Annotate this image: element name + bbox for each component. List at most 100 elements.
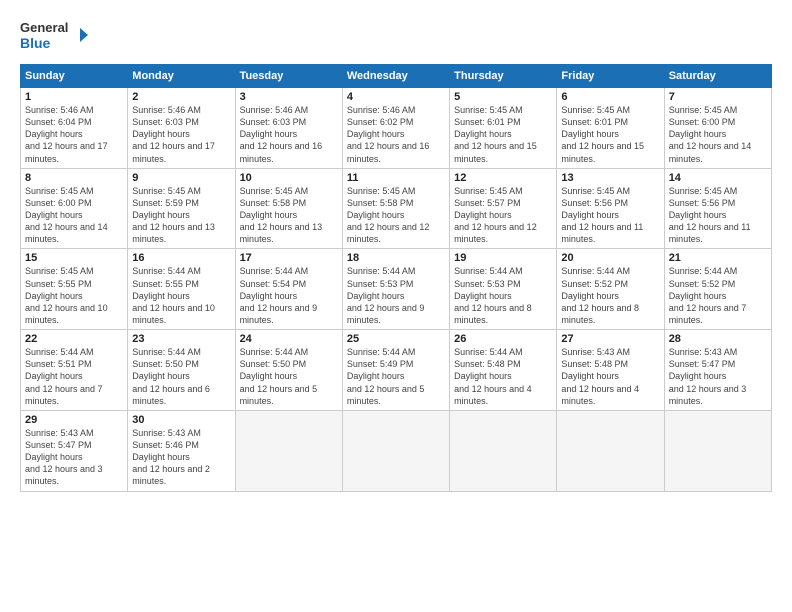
calendar-header-row: SundayMondayTuesdayWednesdayThursdayFrid…	[21, 65, 772, 88]
day-number: 14	[669, 172, 767, 184]
calendar-week-row: 15 Sunrise: 5:45 AMSunset: 5:55 PMDaylig…	[21, 249, 772, 330]
calendar-day-cell: 3 Sunrise: 5:46 AMSunset: 6:03 PMDayligh…	[235, 88, 342, 169]
calendar-day-cell: 21 Sunrise: 5:44 AMSunset: 5:52 PMDaylig…	[664, 249, 771, 330]
calendar-day-cell: 24 Sunrise: 5:44 AMSunset: 5:50 PMDaylig…	[235, 330, 342, 411]
calendar-day-cell	[450, 410, 557, 491]
header: General Blue	[20, 16, 772, 54]
day-detail: Sunrise: 5:44 AMSunset: 5:48 PMDaylight …	[454, 346, 552, 407]
day-number: 11	[347, 172, 445, 184]
calendar-day-cell: 14 Sunrise: 5:45 AMSunset: 5:56 PMDaylig…	[664, 168, 771, 249]
day-number: 1	[25, 91, 123, 103]
day-number: 23	[132, 333, 230, 345]
day-number: 15	[25, 252, 123, 264]
day-number: 10	[240, 172, 338, 184]
calendar-header-monday: Monday	[128, 65, 235, 88]
calendar-day-cell: 7 Sunrise: 5:45 AMSunset: 6:00 PMDayligh…	[664, 88, 771, 169]
day-number: 20	[561, 252, 659, 264]
calendar-week-row: 8 Sunrise: 5:45 AMSunset: 6:00 PMDayligh…	[21, 168, 772, 249]
day-detail: Sunrise: 5:45 AMSunset: 6:01 PMDaylight …	[454, 104, 552, 165]
calendar-day-cell: 28 Sunrise: 5:43 AMSunset: 5:47 PMDaylig…	[664, 330, 771, 411]
calendar-day-cell: 10 Sunrise: 5:45 AMSunset: 5:58 PMDaylig…	[235, 168, 342, 249]
calendar-day-cell: 18 Sunrise: 5:44 AMSunset: 5:53 PMDaylig…	[342, 249, 449, 330]
calendar-day-cell: 6 Sunrise: 5:45 AMSunset: 6:01 PMDayligh…	[557, 88, 664, 169]
day-detail: Sunrise: 5:44 AMSunset: 5:53 PMDaylight …	[454, 265, 552, 326]
day-detail: Sunrise: 5:45 AMSunset: 6:00 PMDaylight …	[25, 185, 123, 246]
calendar-day-cell: 20 Sunrise: 5:44 AMSunset: 5:52 PMDaylig…	[557, 249, 664, 330]
day-detail: Sunrise: 5:43 AMSunset: 5:48 PMDaylight …	[561, 346, 659, 407]
calendar-day-cell: 22 Sunrise: 5:44 AMSunset: 5:51 PMDaylig…	[21, 330, 128, 411]
calendar-header-wednesday: Wednesday	[342, 65, 449, 88]
calendar-day-cell: 2 Sunrise: 5:46 AMSunset: 6:03 PMDayligh…	[128, 88, 235, 169]
calendar-day-cell: 5 Sunrise: 5:45 AMSunset: 6:01 PMDayligh…	[450, 88, 557, 169]
day-detail: Sunrise: 5:44 AMSunset: 5:53 PMDaylight …	[347, 265, 445, 326]
calendar-week-row: 1 Sunrise: 5:46 AMSunset: 6:04 PMDayligh…	[21, 88, 772, 169]
calendar-header-saturday: Saturday	[664, 65, 771, 88]
day-detail: Sunrise: 5:46 AMSunset: 6:03 PMDaylight …	[132, 104, 230, 165]
day-detail: Sunrise: 5:44 AMSunset: 5:51 PMDaylight …	[25, 346, 123, 407]
calendar-header-friday: Friday	[557, 65, 664, 88]
calendar-week-row: 22 Sunrise: 5:44 AMSunset: 5:51 PMDaylig…	[21, 330, 772, 411]
day-detail: Sunrise: 5:45 AMSunset: 5:56 PMDaylight …	[669, 185, 767, 246]
calendar-day-cell: 17 Sunrise: 5:44 AMSunset: 5:54 PMDaylig…	[235, 249, 342, 330]
day-detail: Sunrise: 5:45 AMSunset: 5:58 PMDaylight …	[240, 185, 338, 246]
calendar-header-tuesday: Tuesday	[235, 65, 342, 88]
day-detail: Sunrise: 5:45 AMSunset: 6:00 PMDaylight …	[669, 104, 767, 165]
calendar-day-cell: 29 Sunrise: 5:43 AMSunset: 5:47 PMDaylig…	[21, 410, 128, 491]
day-number: 19	[454, 252, 552, 264]
day-number: 9	[132, 172, 230, 184]
day-detail: Sunrise: 5:43 AMSunset: 5:46 PMDaylight …	[132, 427, 230, 488]
day-detail: Sunrise: 5:46 AMSunset: 6:03 PMDaylight …	[240, 104, 338, 165]
svg-text:General: General	[20, 20, 68, 35]
calendar-day-cell: 11 Sunrise: 5:45 AMSunset: 5:58 PMDaylig…	[342, 168, 449, 249]
day-detail: Sunrise: 5:43 AMSunset: 5:47 PMDaylight …	[669, 346, 767, 407]
day-detail: Sunrise: 5:44 AMSunset: 5:50 PMDaylight …	[132, 346, 230, 407]
day-detail: Sunrise: 5:45 AMSunset: 5:57 PMDaylight …	[454, 185, 552, 246]
calendar-day-cell: 30 Sunrise: 5:43 AMSunset: 5:46 PMDaylig…	[128, 410, 235, 491]
calendar-day-cell: 13 Sunrise: 5:45 AMSunset: 5:56 PMDaylig…	[557, 168, 664, 249]
day-number: 30	[132, 414, 230, 426]
calendar-day-cell: 23 Sunrise: 5:44 AMSunset: 5:50 PMDaylig…	[128, 330, 235, 411]
day-number: 6	[561, 91, 659, 103]
day-number: 17	[240, 252, 338, 264]
day-number: 21	[669, 252, 767, 264]
calendar-header-thursday: Thursday	[450, 65, 557, 88]
day-detail: Sunrise: 5:44 AMSunset: 5:52 PMDaylight …	[561, 265, 659, 326]
day-detail: Sunrise: 5:45 AMSunset: 5:59 PMDaylight …	[132, 185, 230, 246]
calendar-day-cell: 15 Sunrise: 5:45 AMSunset: 5:55 PMDaylig…	[21, 249, 128, 330]
calendar-header-sunday: Sunday	[21, 65, 128, 88]
day-detail: Sunrise: 5:45 AMSunset: 6:01 PMDaylight …	[561, 104, 659, 165]
day-detail: Sunrise: 5:46 AMSunset: 6:02 PMDaylight …	[347, 104, 445, 165]
day-number: 25	[347, 333, 445, 345]
day-number: 16	[132, 252, 230, 264]
calendar-week-row: 29 Sunrise: 5:43 AMSunset: 5:47 PMDaylig…	[21, 410, 772, 491]
calendar-day-cell	[557, 410, 664, 491]
logo: General Blue	[20, 16, 90, 54]
calendar-day-cell	[235, 410, 342, 491]
day-number: 27	[561, 333, 659, 345]
calendar-day-cell: 26 Sunrise: 5:44 AMSunset: 5:48 PMDaylig…	[450, 330, 557, 411]
day-number: 3	[240, 91, 338, 103]
logo-svg: General Blue	[20, 16, 90, 54]
calendar-day-cell: 16 Sunrise: 5:44 AMSunset: 5:55 PMDaylig…	[128, 249, 235, 330]
day-number: 29	[25, 414, 123, 426]
calendar-day-cell: 19 Sunrise: 5:44 AMSunset: 5:53 PMDaylig…	[450, 249, 557, 330]
day-number: 8	[25, 172, 123, 184]
day-number: 12	[454, 172, 552, 184]
calendar-day-cell: 1 Sunrise: 5:46 AMSunset: 6:04 PMDayligh…	[21, 88, 128, 169]
calendar-day-cell: 12 Sunrise: 5:45 AMSunset: 5:57 PMDaylig…	[450, 168, 557, 249]
day-detail: Sunrise: 5:43 AMSunset: 5:47 PMDaylight …	[25, 427, 123, 488]
day-number: 2	[132, 91, 230, 103]
day-detail: Sunrise: 5:46 AMSunset: 6:04 PMDaylight …	[25, 104, 123, 165]
calendar-day-cell: 8 Sunrise: 5:45 AMSunset: 6:00 PMDayligh…	[21, 168, 128, 249]
day-detail: Sunrise: 5:45 AMSunset: 5:58 PMDaylight …	[347, 185, 445, 246]
calendar-day-cell: 9 Sunrise: 5:45 AMSunset: 5:59 PMDayligh…	[128, 168, 235, 249]
day-number: 5	[454, 91, 552, 103]
day-number: 7	[669, 91, 767, 103]
svg-text:Blue: Blue	[20, 35, 51, 51]
calendar-day-cell	[342, 410, 449, 491]
day-number: 13	[561, 172, 659, 184]
day-detail: Sunrise: 5:45 AMSunset: 5:56 PMDaylight …	[561, 185, 659, 246]
day-detail: Sunrise: 5:44 AMSunset: 5:49 PMDaylight …	[347, 346, 445, 407]
calendar-day-cell	[664, 410, 771, 491]
calendar-day-cell: 4 Sunrise: 5:46 AMSunset: 6:02 PMDayligh…	[342, 88, 449, 169]
